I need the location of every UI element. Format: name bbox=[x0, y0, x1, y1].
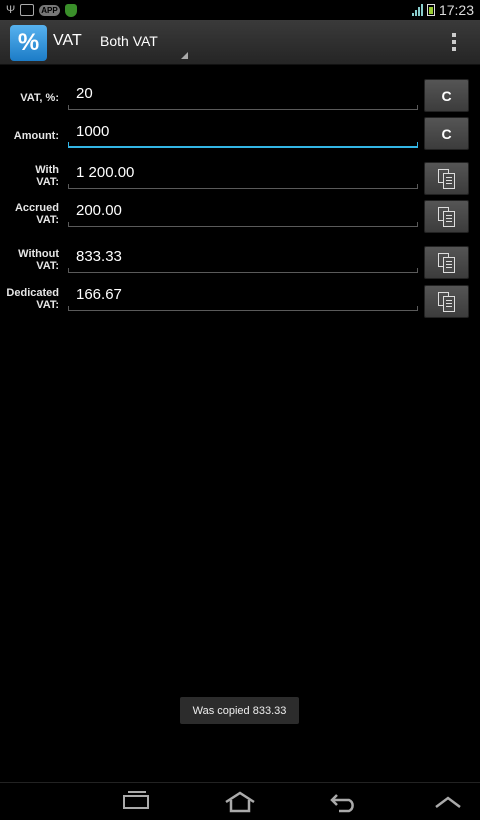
copy-icon bbox=[437, 168, 456, 189]
copy-without-vat-button[interactable] bbox=[424, 246, 469, 279]
usb-icon: Ψ bbox=[6, 4, 16, 16]
up-chevron-icon bbox=[435, 796, 461, 808]
with-vat-field[interactable]: 1 200.00 bbox=[68, 161, 418, 189]
up-chevron-button[interactable] bbox=[428, 789, 468, 815]
home-button[interactable] bbox=[220, 789, 260, 815]
dedicated-vat-field[interactable]: 166.67 bbox=[68, 283, 418, 311]
notification-icons: Ψ APP bbox=[6, 3, 77, 17]
app-badge-icon: APP bbox=[39, 4, 60, 16]
copied-toast: Was copied 833.33 bbox=[180, 697, 299, 724]
shield-icon bbox=[64, 3, 77, 17]
back-button[interactable] bbox=[324, 789, 364, 815]
clear-amount-button[interactable]: C bbox=[424, 117, 469, 150]
clear-vat-percent-button[interactable]: C bbox=[424, 79, 469, 112]
navigation-bar bbox=[0, 782, 480, 820]
home-icon bbox=[225, 791, 255, 813]
copy-with-vat-button[interactable] bbox=[424, 162, 469, 195]
battery-icon bbox=[426, 4, 435, 16]
accrued-vat-label: Accrued VAT: bbox=[14, 202, 59, 226]
recents-icon bbox=[123, 791, 149, 809]
status-bar: Ψ APP 17:23 bbox=[0, 0, 480, 20]
spinner-arrow-icon bbox=[181, 52, 188, 59]
vat-percent-label: VAT, %: bbox=[20, 92, 59, 104]
percent-icon[interactable]: % bbox=[10, 25, 47, 61]
amount-field[interactable]: 1000 bbox=[68, 120, 418, 148]
without-vat-label: Without VAT: bbox=[18, 248, 59, 272]
amount-label: Amount: bbox=[13, 130, 59, 142]
copy-icon bbox=[437, 291, 456, 312]
recents-button[interactable] bbox=[116, 789, 156, 815]
copy-icon bbox=[437, 206, 456, 227]
dedicated-vat-label: Dedicated VAT: bbox=[6, 287, 59, 311]
signal-icon bbox=[411, 4, 423, 16]
mode-spinner-value: Both VAT bbox=[100, 33, 158, 49]
overflow-menu-icon[interactable] bbox=[449, 33, 459, 53]
action-bar: % VAT Both VAT bbox=[0, 20, 480, 65]
image-icon bbox=[20, 4, 35, 16]
accrued-vat-field[interactable]: 200.00 bbox=[68, 199, 418, 227]
mode-spinner[interactable]: Both VAT bbox=[100, 33, 190, 61]
copy-accrued-vat-button[interactable] bbox=[424, 200, 469, 233]
without-vat-field[interactable]: 833.33 bbox=[68, 245, 418, 273]
status-time: 17:23 bbox=[438, 2, 474, 18]
vat-percent-field[interactable]: 20 bbox=[68, 82, 418, 110]
with-vat-label: With VAT: bbox=[35, 164, 59, 188]
copy-icon bbox=[437, 252, 456, 273]
back-icon bbox=[330, 794, 354, 813]
copy-dedicated-vat-button[interactable] bbox=[424, 285, 469, 318]
app-title: VAT bbox=[53, 32, 82, 49]
